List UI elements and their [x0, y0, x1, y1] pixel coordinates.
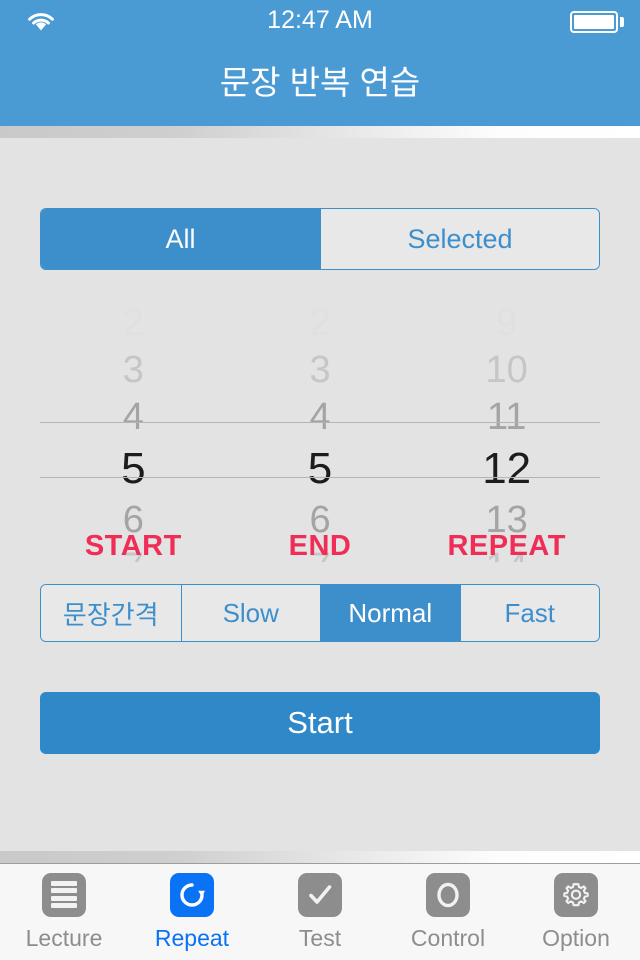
header-gradient-divider — [0, 126, 640, 138]
picker-item[interactable]: 3 — [309, 347, 330, 394]
tab-lecture[interactable]: Lecture — [0, 864, 128, 960]
battery-terminal — [620, 17, 624, 27]
scope-segmented-control[interactable]: All Selected — [40, 208, 600, 270]
picker-start-list[interactable]: 2 3 4 5 6 7 8 — [40, 300, 227, 562]
tab-label-repeat: Repeat — [154, 924, 230, 951]
speed-option-slow[interactable]: Slow — [180, 585, 320, 641]
picker-item[interactable]: 6 — [123, 497, 144, 544]
app-screen: 12:47 AM 문장 반복 연습 All Selected 2 3 4 5 6 — [0, 0, 640, 960]
tab-label-lecture: Lecture — [25, 924, 103, 951]
picker-item[interactable]: 3 — [123, 347, 144, 394]
picker-item[interactable]: 2 — [309, 300, 330, 347]
status-bar: 12:47 AM — [0, 0, 640, 40]
tab-label-control: Control — [410, 924, 486, 951]
picker-item-selected[interactable]: 12 — [482, 441, 531, 497]
repeat-arrow-icon — [170, 872, 214, 917]
tab-label-test: Test — [298, 924, 342, 951]
speed-option-interval[interactable]: 문장간격 — [41, 585, 181, 641]
speed-segmented-control[interactable]: 문장간격 Slow Normal Fast — [40, 584, 600, 642]
picker-repeat[interactable]: 9 10 11 12 13 14 15 — [413, 300, 600, 562]
battery-level-fill — [574, 15, 614, 29]
tab-repeat[interactable]: Repeat — [128, 864, 256, 960]
status-bar-time: 12:47 AM — [267, 6, 373, 34]
tab-control[interactable]: Control — [384, 864, 512, 960]
checkmark-icon — [298, 872, 342, 917]
picker-item[interactable]: 4 — [123, 394, 144, 441]
navigation-header: 12:47 AM 문장 반복 연습 — [0, 0, 640, 126]
tabbar-gradient-divider — [0, 851, 640, 864]
circle-icon — [426, 872, 470, 917]
picker-item[interactable]: 10 — [486, 347, 528, 394]
tab-label-option: Option — [542, 924, 610, 951]
picker-item[interactable]: 7 — [309, 544, 330, 562]
list-icon — [42, 872, 86, 917]
gear-icon — [554, 872, 598, 917]
picker-group: 2 3 4 5 6 7 8 2 3 4 5 6 7 8 — [40, 300, 600, 562]
tab-test[interactable]: Test — [256, 864, 384, 960]
picker-item[interactable]: 13 — [486, 497, 528, 544]
picker-item-selected[interactable]: 5 — [308, 441, 332, 497]
picker-item[interactable]: 9 — [496, 300, 517, 347]
battery-icon — [570, 11, 618, 33]
speed-option-fast[interactable]: Fast — [459, 585, 599, 641]
picker-item[interactable]: 11 — [487, 394, 526, 441]
page-title: 문장 반복 연습 — [219, 64, 421, 101]
speed-option-normal[interactable]: Normal — [320, 585, 460, 641]
tab-option[interactable]: Option — [512, 864, 640, 960]
start-button[interactable]: Start — [40, 692, 600, 754]
picker-item[interactable]: 4 — [309, 394, 330, 441]
main-content: All Selected 2 3 4 5 6 7 8 2 3 — [0, 138, 640, 851]
picker-item-selected[interactable]: 5 — [121, 441, 145, 497]
picker-item[interactable]: 14 — [486, 544, 528, 562]
scope-option-selected[interactable]: Selected — [320, 209, 599, 269]
picker-item[interactable]: 6 — [309, 497, 330, 544]
picker-item[interactable]: 7 — [123, 544, 144, 562]
scope-option-all[interactable]: All — [41, 209, 320, 269]
tab-bar: Lecture Repeat Test Control Option — [0, 864, 640, 960]
picker-end-list[interactable]: 2 3 4 5 6 7 8 — [227, 300, 414, 562]
picker-end[interactable]: 2 3 4 5 6 7 8 — [227, 300, 414, 562]
picker-item[interactable]: 2 — [123, 300, 144, 347]
picker-start[interactable]: 2 3 4 5 6 7 8 — [40, 300, 227, 562]
picker-repeat-list[interactable]: 9 10 11 12 13 14 15 — [413, 300, 600, 562]
